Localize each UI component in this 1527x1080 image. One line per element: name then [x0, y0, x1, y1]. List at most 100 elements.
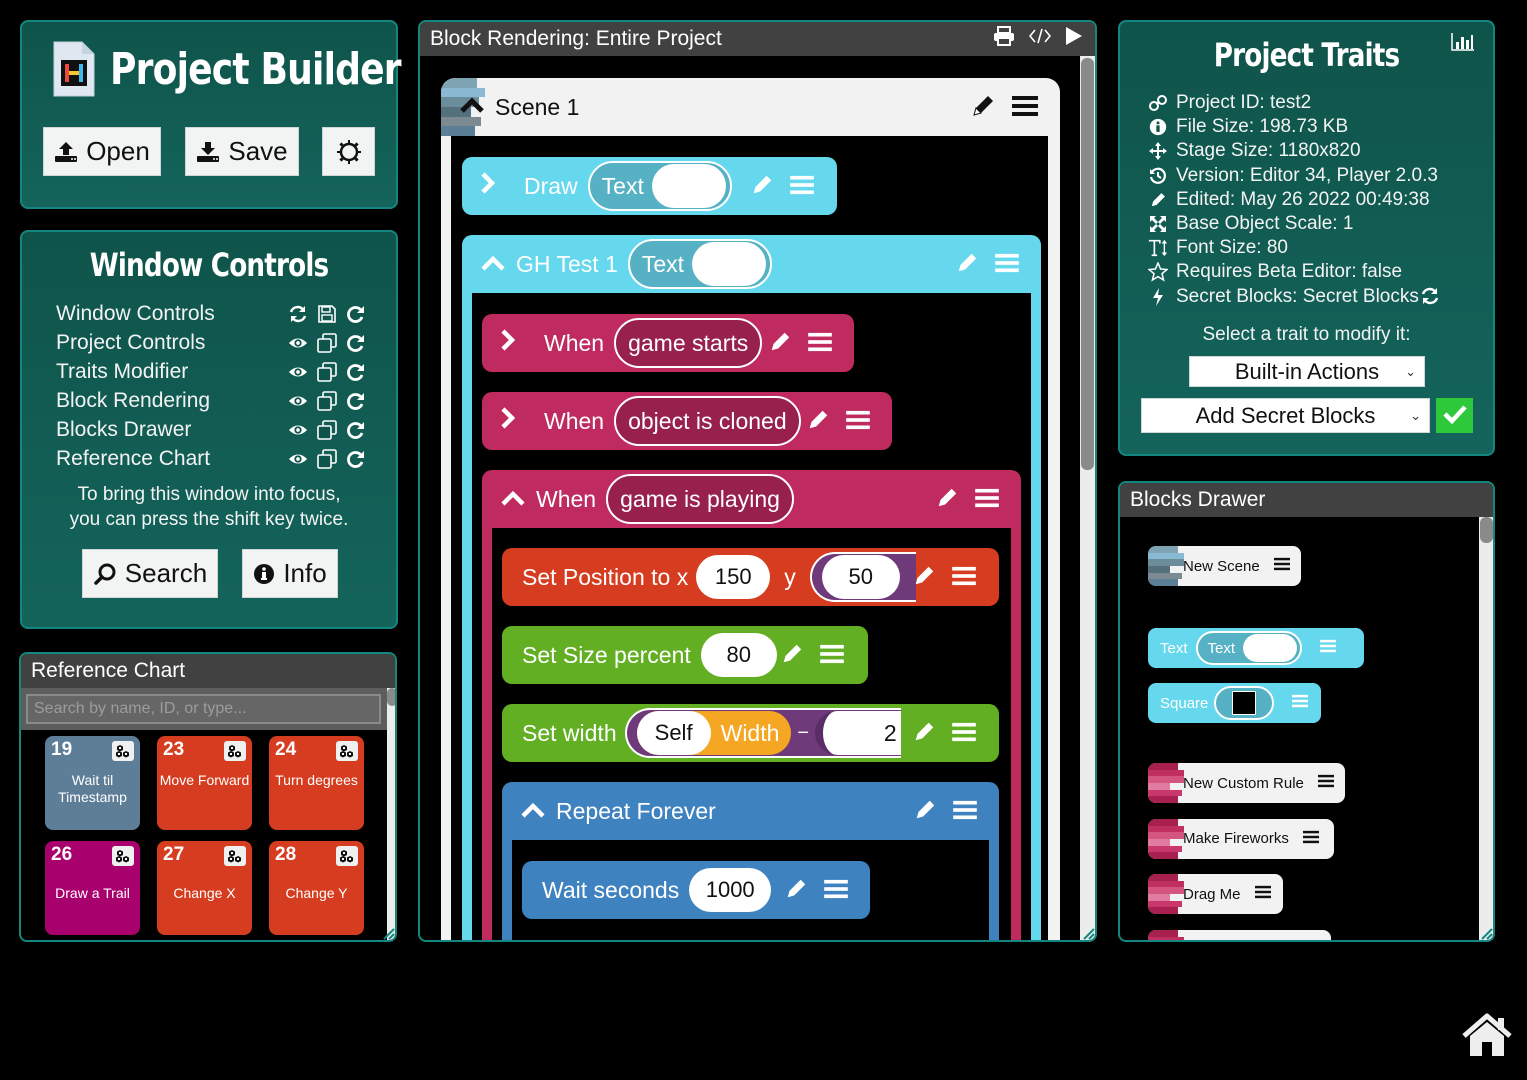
menu-hamburger-icon[interactable]: [952, 566, 976, 586]
drawer-custom-rule[interactable]: Drag Me: [1148, 874, 1283, 914]
drawer-square-object[interactable]: Square: [1148, 683, 1321, 723]
info-button[interactable]: Info: [242, 549, 338, 598]
drawer-new-scene[interactable]: New Scene: [1148, 546, 1301, 586]
home-button[interactable]: [1460, 1012, 1514, 1060]
redo-icon[interactable]: [346, 333, 366, 353]
rule-block[interactable]: When object is cloned: [482, 392, 892, 450]
trait-category-select[interactable]: Built-in Actions ⌄: [1189, 356, 1425, 387]
object-text-param[interactable]: Text: [627, 239, 773, 289]
reference-chart-scroll-thumb[interactable]: [387, 688, 395, 706]
drawer-custom-rule[interactable]: New Custom Rule: [1148, 763, 1345, 803]
eye-icon[interactable]: [288, 420, 308, 440]
cube-icon[interactable]: [224, 741, 246, 761]
cube-icon[interactable]: [112, 846, 134, 866]
menu-hamburger-icon[interactable]: [824, 879, 848, 899]
collapse-chevron-icon[interactable]: [500, 486, 526, 513]
reference-chart-titlebar[interactable]: Reference Chart: [21, 654, 395, 688]
edit-pencil-icon[interactable]: [935, 486, 959, 510]
menu-hamburger-icon[interactable]: [953, 800, 977, 820]
eye-icon[interactable]: [288, 449, 308, 469]
menu-hamburger-icon[interactable]: [1317, 774, 1334, 792]
drawer-square-param[interactable]: [1214, 686, 1275, 720]
copy-icon[interactable]: [317, 361, 337, 382]
edit-pencil-icon[interactable]: [913, 798, 937, 822]
resize-handle[interactable]: [381, 926, 395, 940]
print-icon[interactable]: [993, 26, 1015, 52]
resize-handle[interactable]: [1479, 926, 1493, 940]
code-icon[interactable]: [1028, 27, 1052, 51]
reference-chart-scrollbar[interactable]: [387, 688, 395, 940]
floppy-save-icon[interactable]: [317, 304, 337, 324]
copy-icon[interactable]: [317, 390, 337, 411]
rule-event-param[interactable]: object is cloned: [614, 396, 801, 446]
edit-pencil-icon[interactable]: [784, 877, 808, 901]
cube-icon[interactable]: [224, 846, 246, 866]
object-trait-param[interactable]: Self Width: [636, 711, 792, 755]
edit-pencil-icon[interactable]: [768, 330, 792, 354]
collapse-chevron-icon[interactable]: [520, 798, 546, 825]
drawer-custom-rule-partial[interactable]: [1148, 929, 1331, 940]
settings-button[interactable]: [322, 127, 375, 176]
redo-icon[interactable]: [346, 362, 366, 382]
refresh-icon[interactable]: [288, 304, 308, 324]
wait-seconds-block[interactable]: Wait seconds 1000: [522, 861, 870, 919]
menu-hamburger-icon[interactable]: [820, 644, 844, 664]
menu-hamburger-icon[interactable]: [1302, 830, 1319, 848]
save-button[interactable]: Save: [185, 127, 299, 176]
y-operator-param[interactable]: 50: [809, 552, 916, 602]
resize-handle[interactable]: [1081, 926, 1095, 940]
blocks-drawer-titlebar[interactable]: Blocks Drawer: [1120, 483, 1493, 517]
reference-card[interactable]: 26 Draw a Trail: [45, 841, 140, 935]
reference-card[interactable]: 23 Move Forward: [157, 736, 252, 830]
eye-icon[interactable]: [288, 333, 308, 353]
blocks-drawer-scroll-thumb[interactable]: [1480, 517, 1493, 543]
edit-pencil-icon[interactable]: [750, 173, 774, 197]
copy-icon[interactable]: [317, 332, 337, 353]
menu-hamburger-icon[interactable]: [995, 253, 1019, 273]
menu-hamburger-icon[interactable]: [790, 175, 814, 195]
width-operator-param[interactable]: Self Width − 2: [624, 708, 901, 758]
play-icon[interactable]: [1065, 26, 1083, 52]
reference-card[interactable]: 24 Turn degrees: [269, 736, 364, 830]
refresh-secret-blocks-icon[interactable]: [1420, 286, 1440, 310]
confirm-button[interactable]: [1436, 398, 1473, 433]
reference-card[interactable]: 19 Wait til Timestamp: [45, 736, 140, 830]
redo-icon[interactable]: [346, 420, 366, 440]
menu-hamburger-icon[interactable]: [952, 722, 976, 742]
menu-hamburger-icon[interactable]: [1292, 694, 1309, 712]
eye-icon[interactable]: [288, 362, 308, 382]
cube-icon[interactable]: [336, 846, 358, 866]
edit-pencil-icon[interactable]: [955, 251, 979, 275]
menu-hamburger-icon[interactable]: [1012, 95, 1038, 117]
width-value-input[interactable]: 2: [815, 711, 901, 755]
draw-text-param[interactable]: Text: [587, 161, 732, 211]
collapse-chevron-icon[interactable]: [459, 96, 485, 118]
block-rendering-scroll-thumb[interactable]: [1081, 58, 1094, 470]
set-position-block[interactable]: Set Position to x 150 y 50: [502, 548, 999, 606]
reference-card[interactable]: 27 Change X: [157, 841, 252, 935]
cube-icon[interactable]: [336, 741, 358, 761]
reference-card[interactable]: 28 Change Y: [269, 841, 364, 935]
edit-pencil-icon[interactable]: [912, 720, 936, 744]
drawer-text-param[interactable]: Text: [1195, 631, 1303, 665]
bar-chart-icon[interactable]: [1451, 32, 1475, 56]
menu-hamburger-icon[interactable]: [846, 410, 870, 430]
trait-action-select[interactable]: Add Secret Blocks ⌄: [1141, 398, 1430, 433]
redo-icon[interactable]: [346, 304, 366, 324]
eye-icon[interactable]: [288, 391, 308, 411]
redo-icon[interactable]: [346, 449, 366, 469]
search-button[interactable]: Search: [82, 549, 218, 598]
x-value-input[interactable]: 150: [696, 555, 771, 599]
reference-search-input[interactable]: [26, 694, 381, 724]
menu-hamburger-icon[interactable]: [1273, 557, 1290, 575]
set-width-block[interactable]: Set width Self Width − 2: [502, 704, 999, 762]
redo-icon[interactable]: [346, 391, 366, 411]
menu-hamburger-icon[interactable]: [1320, 639, 1337, 657]
expand-chevron-icon[interactable]: [500, 406, 516, 436]
collapse-chevron-icon[interactable]: [480, 251, 506, 278]
menu-hamburger-icon[interactable]: [975, 488, 999, 508]
draw-block[interactable]: Draw Text: [462, 157, 837, 215]
menu-hamburger-icon[interactable]: [808, 332, 832, 352]
rule-block[interactable]: When game starts: [482, 314, 854, 372]
rule-event-param[interactable]: game is playing: [606, 474, 794, 524]
